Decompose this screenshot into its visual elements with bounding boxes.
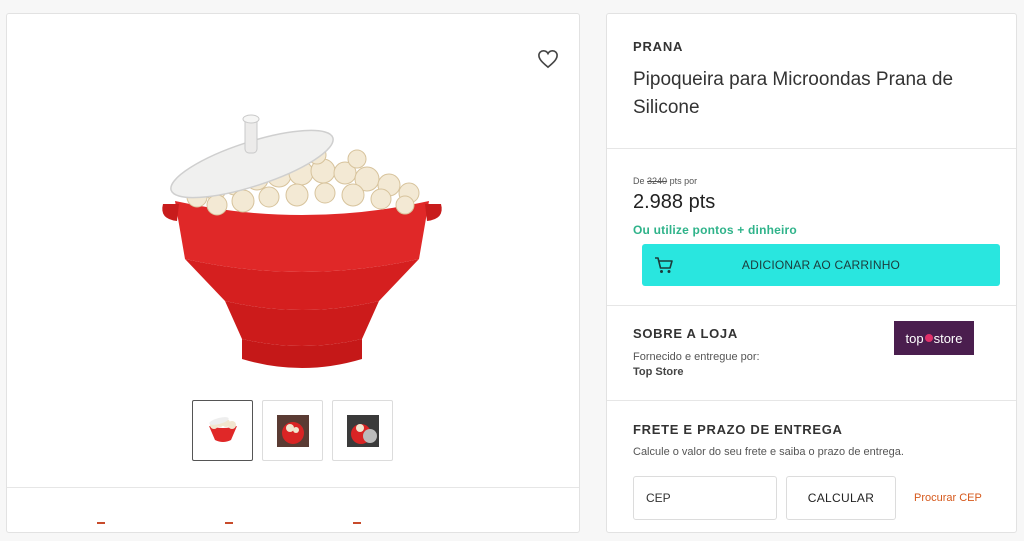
heart-icon[interactable] [537, 49, 559, 69]
cep-input[interactable] [633, 476, 777, 520]
product-details: PRANA Pipoqueira para Microondas Prana d… [606, 13, 1017, 533]
tab-marker [353, 522, 361, 524]
store-logo-right: store [933, 330, 963, 346]
store-section: SOBRE A LOJA Fornecido e entregue por: T… [607, 306, 1016, 401]
store-name: Top Store [633, 366, 684, 378]
add-to-cart-label: ADICIONAR AO CARRINHO [741, 258, 901, 272]
shipping-subtitle: Calcule o valor do seu frete e saiba o p… [633, 446, 904, 458]
old-price: De 3240 pts por [633, 176, 990, 186]
store-logo[interactable]: top store [894, 321, 974, 355]
alt-payment-link[interactable]: Ou utilize pontos + dinheiro [633, 223, 990, 237]
shipping-section: FRETE E PRAZO DE ENTREGA Calcule o valor… [607, 401, 1016, 541]
bottom-tabs-peek [97, 522, 361, 524]
cart-icon [655, 257, 673, 273]
thumbnail-2[interactable] [262, 400, 323, 461]
product-title: Pipoqueira para Microondas Prana de Sili… [633, 69, 954, 118]
popcorn-usage-thumb-icon [276, 414, 309, 447]
price-section: De 3240 pts por 2.988 pts Ou utilize pon… [607, 149, 1016, 306]
tab-marker [97, 522, 105, 524]
title-section: PRANA Pipoqueira para Microondas Prana d… [607, 14, 1016, 149]
product-gallery [6, 13, 580, 533]
tab-marker [225, 522, 233, 524]
store-logo-dot [924, 334, 933, 342]
shipping-heading: FRETE E PRAZO DE ENTREGA [633, 422, 843, 437]
popcorn-thumb-icon [208, 416, 237, 442]
product-image [162, 114, 442, 368]
thumbnail-3[interactable] [332, 400, 393, 461]
thumbnail-1[interactable] [192, 400, 253, 461]
brand-name: PRANA [633, 39, 684, 54]
find-cep-link[interactable]: Procurar CEP [914, 492, 982, 504]
gallery-divider [7, 487, 579, 488]
old-price-suffix: pts por [669, 176, 698, 186]
add-to-cart-button[interactable]: ADICIONAR AO CARRINHO [642, 244, 1000, 286]
cep-row: CALCULAR Procurar CEP [633, 476, 990, 522]
store-logo-left: top [905, 330, 924, 346]
microwave-thumb-icon [346, 414, 379, 447]
old-price-prefix: De [633, 176, 645, 186]
thumbnail-strip [192, 400, 393, 461]
old-price-value: 3240 [647, 176, 668, 186]
current-price: 2.988 pts [633, 191, 716, 213]
calculate-button[interactable]: CALCULAR [786, 476, 896, 520]
